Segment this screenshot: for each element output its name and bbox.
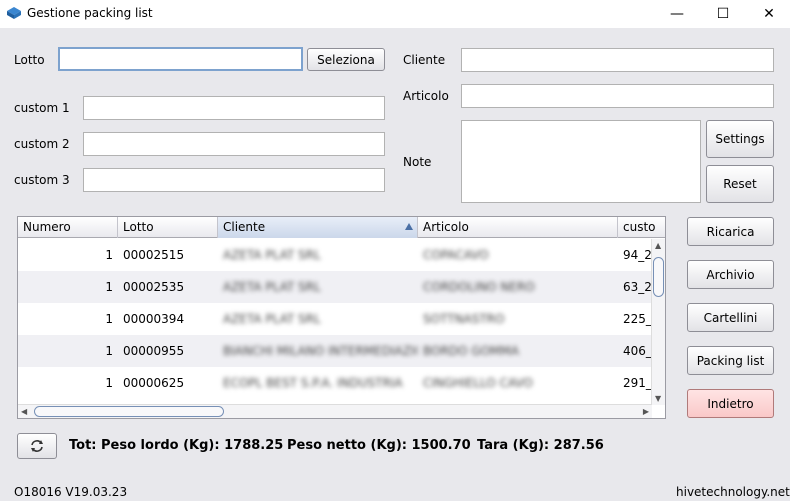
table-row[interactable]: 1 00000955 BIANCHI MILANO INTERMEDIAZION… xyxy=(18,335,652,367)
refresh-icon xyxy=(31,440,43,452)
custom2-label: custom 2 xyxy=(14,137,70,151)
cell-lotto: 00002535 xyxy=(123,280,185,294)
table-row[interactable]: 1 00002535 AZETA PLAT SRL CORDOLINO NERO… xyxy=(18,271,652,303)
custom3-label: custom 3 xyxy=(14,173,70,187)
table-body: 1 00002515 AZETA PLAT SRL COPACAVO 94_2 … xyxy=(18,239,652,405)
cell-lotto: 00000394 xyxy=(123,312,185,326)
cliente-label: Cliente xyxy=(403,53,446,67)
lotto-label: Lotto xyxy=(14,53,45,67)
cartellini-button[interactable]: Cartellini xyxy=(687,303,774,332)
cell-numero: 1 xyxy=(105,280,113,294)
horizontal-scrollbar[interactable]: ◀ ▶ xyxy=(18,404,652,418)
column-header-articolo[interactable]: Articolo xyxy=(418,217,618,238)
window-title: Gestione packing list xyxy=(27,6,153,20)
reset-button[interactable]: Reset xyxy=(706,165,774,203)
tara-total: Tara (Kg): 287.56 xyxy=(477,438,604,453)
settings-button[interactable]: Settings xyxy=(706,120,774,158)
refresh-button[interactable] xyxy=(17,433,57,459)
vertical-scroll-thumb[interactable] xyxy=(653,257,664,297)
cell-numero: 1 xyxy=(105,344,113,358)
custom1-input[interactable] xyxy=(83,96,385,120)
horizontal-scroll-thumb[interactable] xyxy=(34,406,224,417)
cell-lotto: 00000955 xyxy=(123,344,185,358)
cell-custom: 225_ xyxy=(623,312,652,326)
ricarica-button[interactable]: Ricarica xyxy=(687,217,774,246)
packing-list-button[interactable]: Packing list xyxy=(687,346,774,375)
table-row[interactable]: 1 00002515 AZETA PLAT SRL COPACAVO 94_2 xyxy=(18,239,652,271)
cell-articolo: BORDO GOMMA xyxy=(423,344,519,358)
column-header-custom[interactable]: custo xyxy=(618,217,665,238)
cell-lotto: 00002515 xyxy=(123,248,185,262)
indietro-button[interactable]: Indietro xyxy=(687,389,774,418)
vertical-scrollbar[interactable]: ▲ ▼ xyxy=(651,239,665,405)
cell-custom: 406_ xyxy=(623,344,652,358)
maximize-icon[interactable]: ☐ xyxy=(700,0,746,28)
column-header-cliente[interactable]: Cliente xyxy=(218,217,418,238)
cell-lotto: 00000625 xyxy=(123,376,185,390)
cell-numero: 1 xyxy=(105,376,113,390)
minimize-icon[interactable]: — xyxy=(654,0,700,28)
custom3-input[interactable] xyxy=(83,168,385,192)
cell-cliente: ECOPL BEST S.P.A. INDUSTRIA xyxy=(223,376,403,390)
cell-articolo: COPACAVO xyxy=(423,248,489,262)
title-bar: Gestione packing list — ☐ ✕ xyxy=(0,0,790,28)
cell-cliente: AZETA PLAT SRL xyxy=(223,248,321,262)
custom2-input[interactable] xyxy=(83,132,385,156)
custom1-label: custom 1 xyxy=(14,101,70,115)
articolo-input[interactable] xyxy=(461,84,774,108)
cell-numero: 1 xyxy=(105,312,113,326)
site-text: hivetechnology.net xyxy=(676,485,790,499)
cell-custom: 63_2 xyxy=(623,280,652,294)
scroll-right-icon[interactable]: ▶ xyxy=(643,407,649,416)
seleziona-button[interactable]: Seleziona xyxy=(307,48,385,71)
column-header-numero[interactable]: Numero xyxy=(18,217,118,238)
table-row[interactable]: 1 00000394 AZETA PLAT SRL SOTTNASTRO 225… xyxy=(18,303,652,335)
scroll-left-icon[interactable]: ◀ xyxy=(21,407,27,416)
scroll-up-icon[interactable]: ▲ xyxy=(655,241,661,250)
cell-numero: 1 xyxy=(105,248,113,262)
version-text: O18016 V19.03.23 xyxy=(14,485,128,499)
cell-articolo: CINGHIELLO CAVO xyxy=(423,376,533,390)
cliente-input[interactable] xyxy=(461,48,774,72)
articolo-label: Articolo xyxy=(403,89,449,103)
peso-netto-total: Peso netto (Kg): 1500.70 xyxy=(287,438,471,453)
cell-articolo: CORDOLINO NERO xyxy=(423,280,535,294)
column-header-cliente-label: Cliente xyxy=(223,220,266,234)
sort-ascending-icon xyxy=(405,223,413,230)
scroll-down-icon[interactable]: ▼ xyxy=(655,394,661,403)
cell-articolo: SOTTNASTRO xyxy=(423,312,505,326)
column-header-lotto[interactable]: Lotto xyxy=(118,217,218,238)
table-header: Numero Lotto Cliente Articolo custo xyxy=(18,217,665,238)
cell-cliente: AZETA PLAT SRL xyxy=(223,280,321,294)
cell-custom: 291_ xyxy=(623,376,652,390)
cell-cliente: BIANCHI MILANO INTERMEDIAZIONI xyxy=(223,344,418,358)
lotto-input[interactable] xyxy=(58,47,303,71)
note-label: Note xyxy=(403,155,432,169)
packing-table: Numero Lotto Cliente Articolo custo 1 00… xyxy=(17,216,666,419)
table-row[interactable]: 1 00000625 ECOPL BEST S.P.A. INDUSTRIA C… xyxy=(18,367,652,399)
peso-lordo-total: Tot: Peso lordo (Kg): 1788.25 xyxy=(69,438,284,453)
cell-cliente: AZETA PLAT SRL xyxy=(223,312,321,326)
archivio-button[interactable]: Archivio xyxy=(687,260,774,289)
close-icon[interactable]: ✕ xyxy=(746,0,790,28)
note-textarea[interactable] xyxy=(461,120,701,203)
app-logo-icon xyxy=(7,7,21,19)
cell-custom: 94_2 xyxy=(623,248,652,262)
